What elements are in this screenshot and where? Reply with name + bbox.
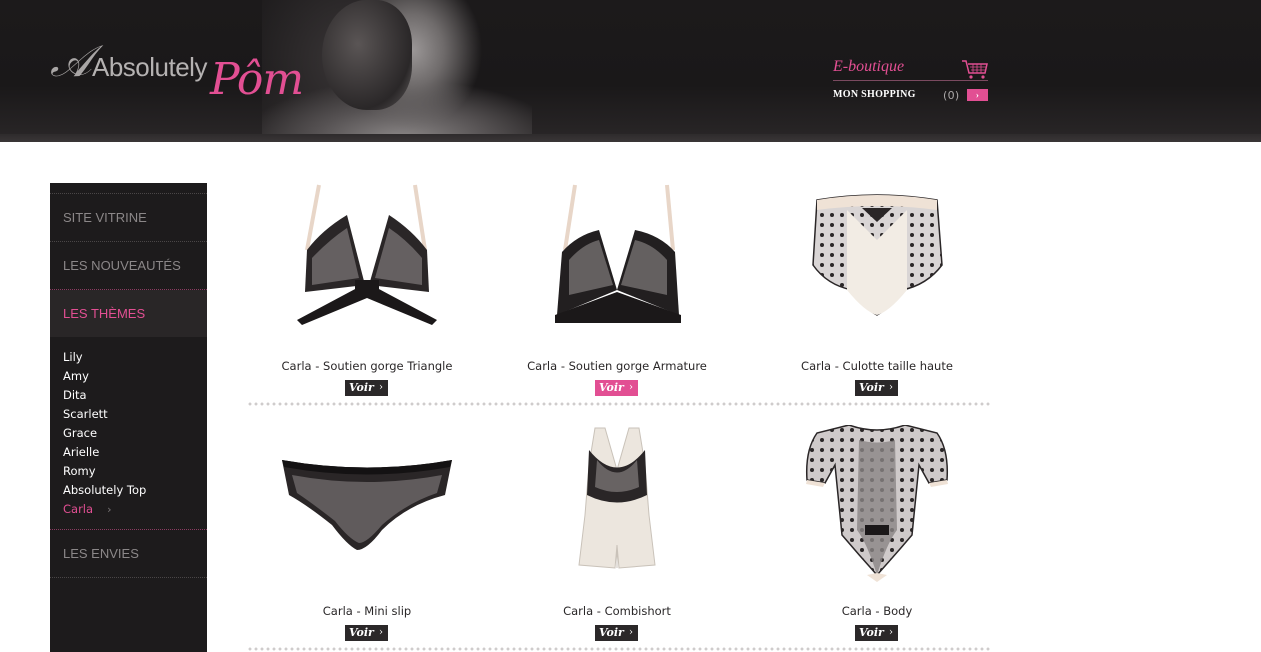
voir-button[interactable]: Voir › [595,380,638,396]
themes-list: Lily Amy Dita Scarlett Grace Arielle Rom… [50,337,207,529]
product-image-high-waist-brief[interactable] [777,180,977,345]
nav-les-nouveautes[interactable]: LES NOUVEAUTÉS [50,242,207,289]
voir-button[interactable]: Voir › [345,380,388,396]
product-name[interactable]: Carla - Mini slip [247,604,487,618]
chevron-right-icon: › [629,382,633,393]
cart-go-button[interactable]: › [967,89,988,101]
sidebar-nav: SITE VITRINE LES NOUVEAUTÉS LES THÈMES L… [50,183,207,652]
chevron-right-icon: › [379,382,383,393]
product-name[interactable]: Carla - Culotte taille haute [757,359,997,373]
chevron-right-icon: › [889,382,893,393]
theme-scarlett[interactable]: Scarlett [63,405,207,424]
my-shopping-label: MON SHOPPING [833,89,916,100]
product-name[interactable]: Carla - Soutien gorge Triangle [247,359,487,373]
theme-romy[interactable]: Romy [63,462,207,481]
product-card: Carla - Body Voir › [757,425,997,652]
product-card: Carla - Mini slip Voir › [247,425,487,652]
brand-logo[interactable]: 𝒜 Absolutely Pôm [50,32,320,112]
theme-grace[interactable]: Grace [63,424,207,443]
theme-amy[interactable]: Amy [63,367,207,386]
row-divider [247,646,992,652]
shopping-cart-icon[interactable] [961,58,989,80]
product-name[interactable]: Carla - Body [757,604,997,618]
theme-lily[interactable]: Lily [63,348,207,367]
chevron-right-icon: › [107,503,112,516]
product-card: Carla - Soutien gorge Armature Voir › [497,180,737,410]
site-header: 𝒜 Absolutely Pôm E-boutique MON SHOPPING… [0,0,1261,142]
nav-les-envies[interactable]: LES ENVIES [50,530,207,577]
product-image-mini-brief[interactable] [267,425,467,590]
nav-les-themes[interactable]: LES THÈMES [50,290,207,337]
my-shopping-link[interactable]: MON SHOPPING (0) › [833,89,988,103]
product-card: Carla - Culotte taille haute Voir › [757,180,997,410]
voir-button[interactable]: Voir › [855,625,898,641]
nav-site-vitrine[interactable]: SITE VITRINE [50,194,207,241]
product-image-combishort[interactable] [517,425,717,590]
chevron-right-icon: › [379,627,383,638]
product-card: Carla - Soutien gorge Triangle Voir › [247,180,487,410]
eboutique-panel: E-boutique MON SHOPPING (0) › [833,58,988,102]
voir-button[interactable]: Voir › [345,625,388,641]
voir-button[interactable]: Voir › [855,380,898,396]
product-image-triangle-bra[interactable] [267,180,467,345]
theme-carla-label: Carla [63,502,94,516]
product-image-underwire-bra[interactable] [517,180,717,345]
row-divider [247,401,992,407]
chevron-right-icon: › [889,627,893,638]
product-name[interactable]: Carla - Soutien gorge Armature [497,359,737,373]
theme-absolutely-top[interactable]: Absolutely Top [63,481,207,500]
theme-dita[interactable]: Dita [63,386,207,405]
theme-carla[interactable]: Carla › [63,500,207,519]
logo-word-2: Pôm [210,54,304,105]
cart-count: (0) [943,89,960,102]
product-card: Carla - Combishort Voir › [497,425,737,652]
theme-arielle[interactable]: Arielle [63,443,207,462]
product-name[interactable]: Carla - Combishort [497,604,737,618]
product-image-body[interactable] [777,425,977,590]
logo-word-1: Absolutely [92,52,207,82]
chevron-right-icon: › [629,627,633,638]
voir-button[interactable]: Voir › [595,625,638,641]
